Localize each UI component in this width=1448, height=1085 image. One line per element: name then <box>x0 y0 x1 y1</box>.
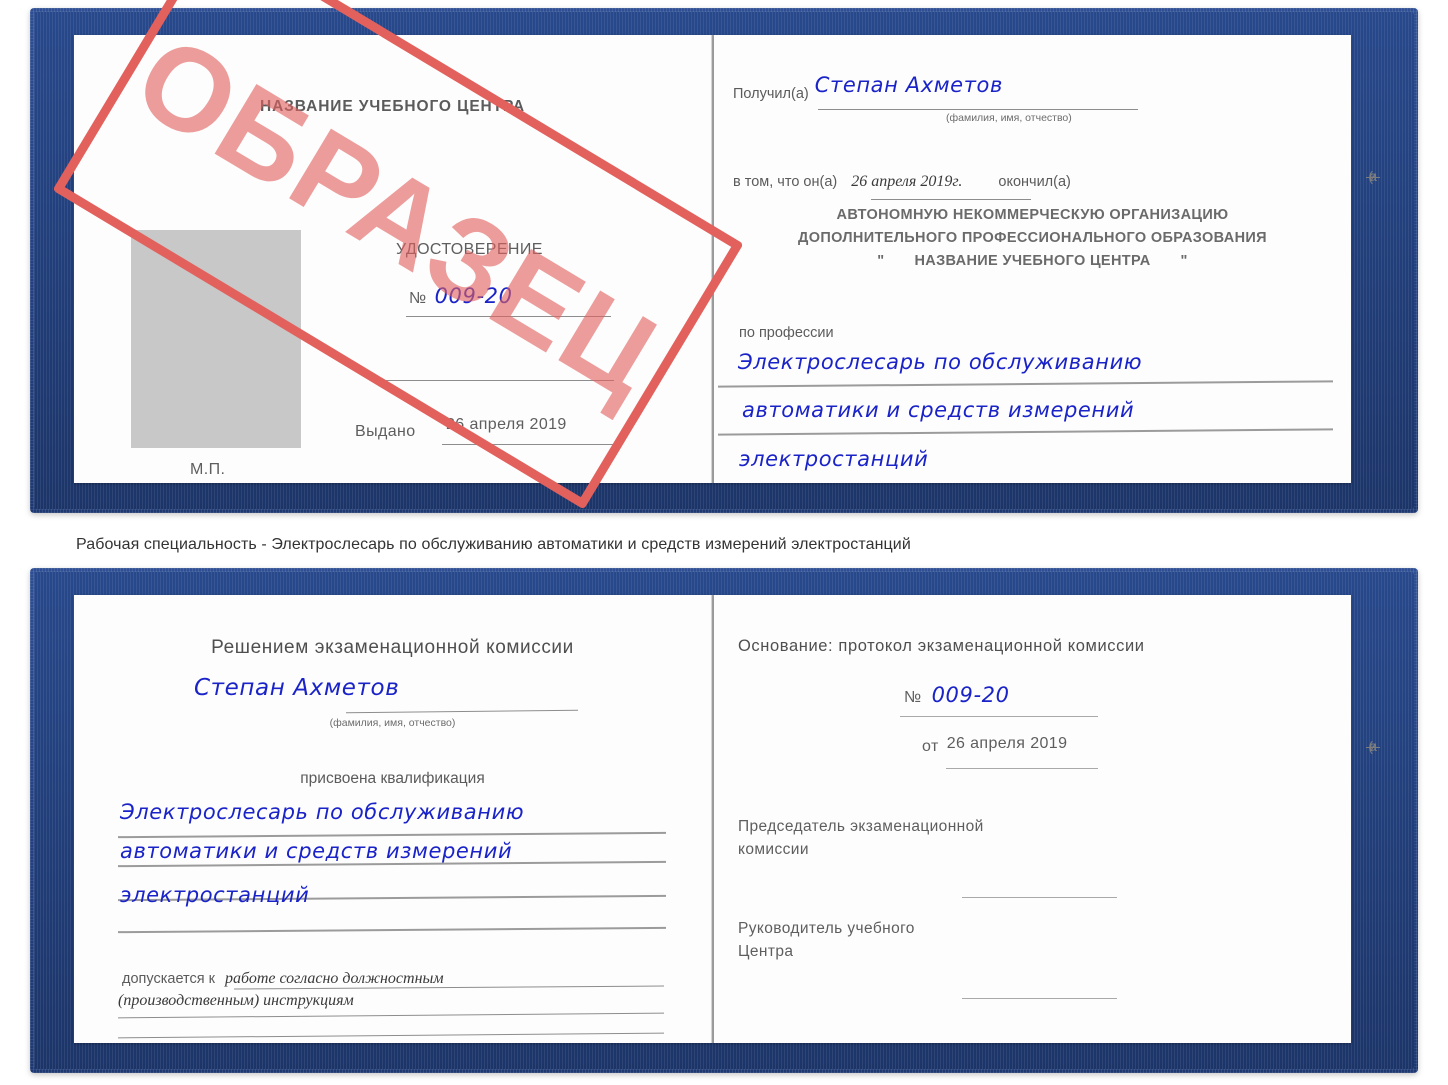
top-right-page: Получил(а) Степан Ахметов (фамилия, имя,… <box>714 35 1351 483</box>
qualification-line-2: автоматики и средств измерений <box>120 839 513 863</box>
profession-line-2: автоматики и средств измерений <box>742 398 1135 422</box>
profession-label: по профессии <box>739 325 834 341</box>
protocol-number-label: № <box>904 689 922 706</box>
profession-rule-2 <box>718 428 1333 436</box>
head-line-2: Центра <box>738 943 794 960</box>
org-quote-close: " <box>1180 253 1188 269</box>
head-signature-rule <box>962 998 1117 999</box>
finished-label: окончил(а) <box>998 174 1071 190</box>
holder-name: Степан Ахметов <box>194 675 400 701</box>
fio-hint: (фамилия, имя, отчество) <box>946 112 1072 124</box>
allowed-line-1: работе согласно должностным <box>224 970 444 987</box>
top-left-page: НАЗВАНИЕ УЧЕБНОГО ЦЕНТРА УДОСТОВЕРЕНИЕ №… <box>74 35 712 483</box>
certificate-number-row: № 009-20 <box>409 284 513 308</box>
finished-rule <box>871 199 1031 200</box>
qualification-line-1: Электрослесарь по обслуживанию <box>120 800 525 824</box>
profession-line-3: электростанций <box>739 447 929 471</box>
certificate-bottom: Решением экзаменационной комиссии Степан… <box>30 568 1418 1073</box>
profession-rule-1 <box>718 380 1333 388</box>
allowed-rule-3 <box>118 1032 664 1039</box>
commission-decision-title: Решением экзаменационной комиссии <box>211 637 574 658</box>
chairman-line-1: Председатель экзаменационной <box>738 818 984 835</box>
qualification-label: присвоена квалификация <box>300 770 485 787</box>
fio-hint: (фамилия, имя, отчество) <box>329 717 456 729</box>
bottom-left-page: Решением экзаменационной комиссии Степан… <box>74 595 712 1043</box>
seal-label: М.П. <box>190 461 226 478</box>
protocol-date-row: от 26 апреля 2019 <box>922 735 1068 756</box>
document-title: УДОСТОВЕРЕНИЕ <box>396 241 543 258</box>
allowed-row: допускается к работе согласно должностны… <box>122 970 444 988</box>
edge-mark: — <box>1366 168 1380 184</box>
that-he-value: 26 апреля 2019г. <box>851 173 963 190</box>
photo-placeholder <box>131 230 301 448</box>
protocol-number-row: № 009-20 <box>904 683 1010 707</box>
org-quote-open: " <box>877 253 885 269</box>
org-line-1: АВТОНОМНУЮ НЕКОММЕРЧЕСКУЮ ОРГАНИЗАЦИЮ <box>836 207 1229 223</box>
holder-name-rule <box>346 709 578 714</box>
issued-value: 26 апреля 2019 <box>446 416 567 433</box>
qualification-rule-1 <box>118 831 666 838</box>
protocol-number-rule <box>900 716 1098 717</box>
training-center-title: НАЗВАНИЕ УЧЕБНОГО ЦЕНТРА <box>260 98 525 115</box>
allowed-label: допускается к <box>122 971 215 987</box>
issued-label: Выдано <box>355 423 416 440</box>
edge-mark: — <box>1366 738 1380 754</box>
qualification-line-3: электростанций <box>120 883 310 907</box>
protocol-date-rule <box>946 768 1098 769</box>
number-rule <box>406 316 611 317</box>
certificate-top: НАЗВАНИЕ УЧЕБНОГО ЦЕНТРА УДОСТОВЕРЕНИЕ №… <box>30 8 1418 513</box>
page-caption: Рабочая специальность - Электрослесарь п… <box>76 536 911 553</box>
chairman-signature-rule <box>962 897 1117 898</box>
finished-row: в том, что он(а) 26 апреля 2019г. окончи… <box>733 173 1071 191</box>
allowed-rule-2 <box>118 1012 664 1019</box>
bottom-right-page: Основание: протокол экзаменационной коми… <box>714 595 1351 1043</box>
qualification-rule-4 <box>118 926 666 933</box>
received-value: Степан Ахметов <box>814 73 1003 97</box>
received-row: Получил(а) Степан Ахметов <box>733 73 1003 103</box>
protocol-date-value: 26 апреля 2019 <box>946 735 1068 752</box>
number-value: 009-20 <box>434 284 513 308</box>
org-line-3: НАЗВАНИЕ УЧЕБНОГО ЦЕНТРА <box>914 253 1151 269</box>
chairman-line-2: комиссии <box>738 841 809 858</box>
head-line-1: Руководитель учебного <box>738 920 915 937</box>
blank-rule <box>374 380 614 381</box>
allowed-line-2: (производственным) инструкциям <box>118 992 354 1009</box>
issued-rule <box>442 444 617 445</box>
protocol-number-value: 009-20 <box>931 683 1010 707</box>
that-he-label: в том, что он(а) <box>733 174 838 190</box>
org-line-3-row: " НАЗВАНИЕ УЧЕБНОГО ЦЕНТРА " <box>714 251 1351 272</box>
basis-label: Основание: протокол экзаменационной коми… <box>738 637 1145 655</box>
org-line-2: ДОПОЛНИТЕЛЬНОГО ПРОФЕССИОНАЛЬНОГО ОБРАЗО… <box>798 230 1267 246</box>
profession-line-1: Электрослесарь по обслуживанию <box>738 350 1143 374</box>
protocol-date-label: от <box>922 738 939 755</box>
received-rule <box>818 109 1138 110</box>
received-label: Получил(а) <box>733 86 809 102</box>
number-label: № <box>409 290 427 307</box>
